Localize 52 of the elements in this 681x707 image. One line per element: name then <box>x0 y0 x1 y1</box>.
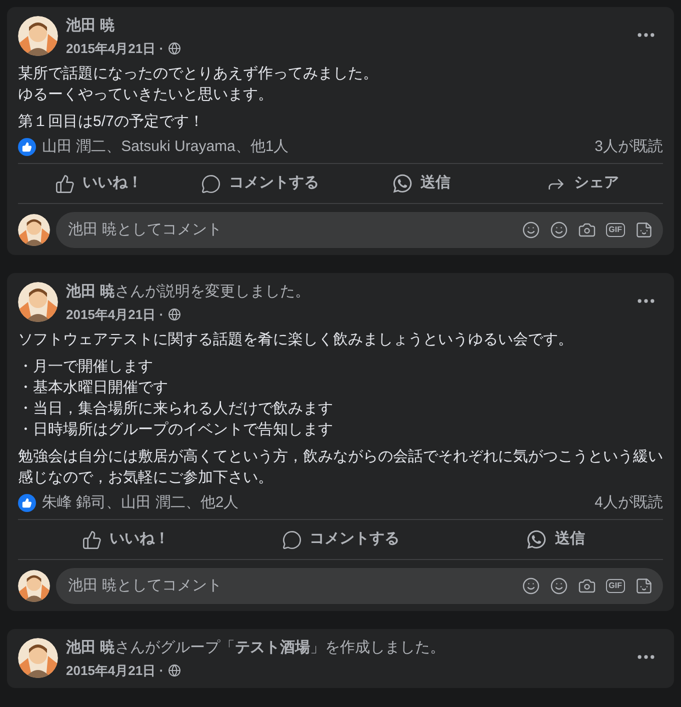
post-text-line: ソフトウェアテストに関する話題を肴に楽しく飲みましょうというゆるい会です。 <box>18 330 574 350</box>
action-button[interactable]: いいね！ <box>18 168 180 199</box>
post-date[interactable]: 2015年4月21日 · <box>66 305 164 324</box>
post-text-line: ゆるーくやっていきたいと思います。 <box>18 84 274 104</box>
like-badge-icon <box>18 138 36 156</box>
seen-count[interactable]: 3人が既読 <box>594 136 663 158</box>
post-text-line: 勉強会は自分には敷居が高くてという方，飲みながらの会話でそれぞれに気がつこうという緩い感じなので，お気軽にご参加下さい。 <box>18 446 663 488</box>
post-text-line: ・月一で開催します <box>18 356 154 376</box>
avatar <box>18 638 58 678</box>
speech-bubble-icon <box>200 174 221 194</box>
camera-icon[interactable] <box>578 577 596 595</box>
post-date[interactable]: 2015年4月21日 · <box>66 661 164 680</box>
speech-bubble-icon <box>282 530 302 550</box>
avatar <box>18 214 50 246</box>
post-header-text: 池田 暁さんがグループ「テスト酒場」を作成しました。 <box>66 638 446 658</box>
action-button[interactable]: いいね！ <box>18 524 233 555</box>
post-text-line: ・日時場所はグループのイベントで告知します <box>18 420 334 440</box>
like-badge-icon <box>18 494 36 512</box>
post-text-line: ・基本水曜日開催です <box>18 378 169 398</box>
gif-button[interactable]: GIF <box>606 579 625 593</box>
chat-phone-icon <box>526 529 547 550</box>
post-date[interactable]: 2015年4月21日 · <box>66 39 164 58</box>
action-button[interactable]: シェア <box>502 168 663 199</box>
reaction-names[interactable]: 山田 潤二、Satsuki Urayama、他1人 <box>42 136 289 158</box>
smiley-icon[interactable] <box>550 221 568 239</box>
post-text-line: 第１回目は5/7の予定です！ <box>18 112 205 132</box>
avatar <box>18 570 50 602</box>
avatar <box>18 282 58 322</box>
action-button[interactable]: 送信 <box>340 168 502 199</box>
post-text-line: 某所で話題になったのでとりあえず作ってみました。 <box>18 64 379 84</box>
globe-icon <box>168 42 181 56</box>
smiley-icon[interactable] <box>550 577 568 595</box>
action-button[interactable]: コメントする <box>233 524 448 555</box>
post-header-text: 池田 暁さんが説明を変更しました。 <box>66 282 312 302</box>
seen-count[interactable]: 4人が既読 <box>594 492 663 514</box>
post-header-text: 池田 暁 <box>66 16 116 36</box>
globe-icon <box>168 308 181 322</box>
post-text-line: ・当日，集合場所に来られる人だけで飲みます <box>18 398 334 418</box>
action-button[interactable]: 送信 <box>448 524 663 555</box>
sticker-icon[interactable] <box>635 221 653 239</box>
globe-icon <box>168 664 181 678</box>
comment-field[interactable]: 池田 暁としてコメント GIF <box>56 568 663 604</box>
avatar <box>18 16 58 56</box>
camera-icon[interactable] <box>578 221 596 239</box>
chat-phone-icon <box>392 173 413 194</box>
reaction-names[interactable]: 朱峰 錦司、山田 潤二、他2人 <box>42 492 239 514</box>
action-button[interactable]: コメントする <box>179 168 340 199</box>
thumbs-up-icon <box>54 174 75 194</box>
comment-field[interactable]: 池田 暁としてコメント GIF <box>56 212 663 248</box>
gif-button[interactable]: GIF <box>606 223 625 237</box>
thumbs-up-icon <box>82 530 102 550</box>
sticker-icon[interactable] <box>635 577 653 595</box>
